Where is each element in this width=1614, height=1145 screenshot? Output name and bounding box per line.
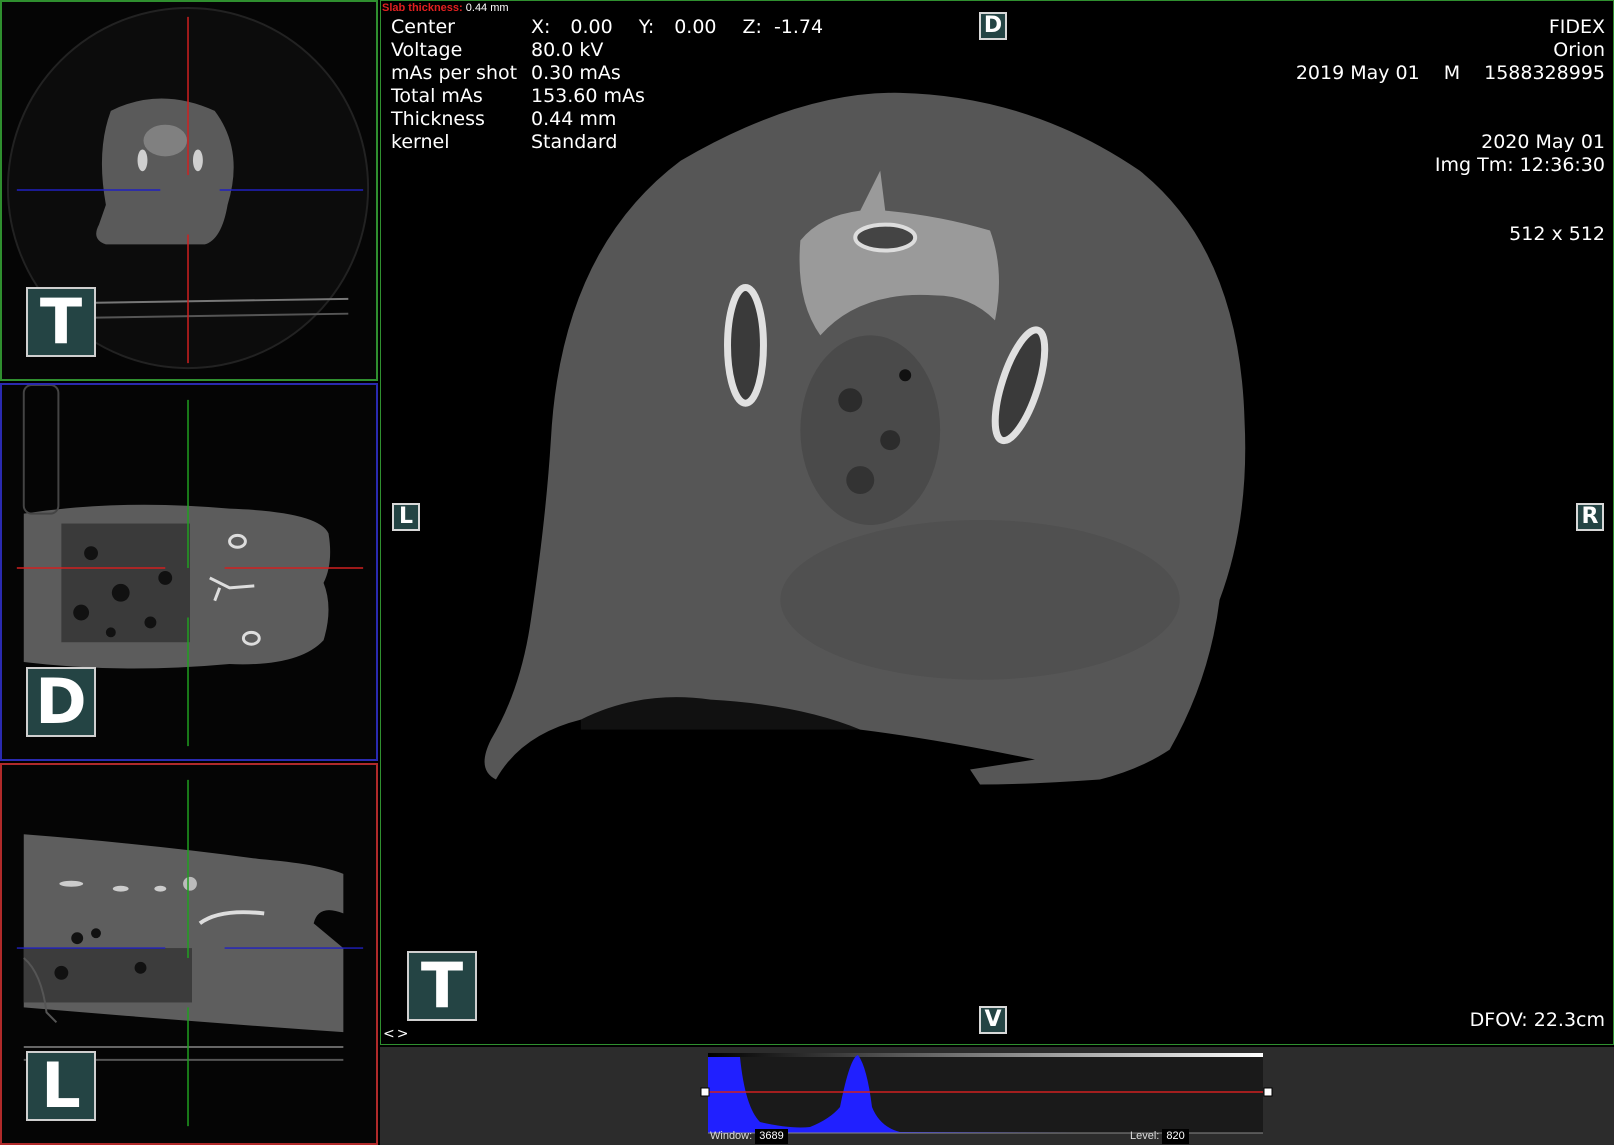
lateral-thumbnail-view[interactable]: L — [0, 763, 378, 1145]
display-field-of-view: DFOV: 22.3cm — [1469, 1009, 1605, 1031]
axial-thumbnail-view[interactable]: T — [0, 0, 378, 381]
patient-details: 2019 May 01 M 1588328995 — [1296, 62, 1605, 85]
center-row: Center X: 0.00 Y: 0.00 Z: -1.74 — [391, 16, 823, 39]
center-z-value: -1.74 — [773, 16, 824, 38]
window-level-histogram[interactable]: Window: 3689 Level: 820 — [380, 1047, 1614, 1145]
study-info: 2020 May 01 Img Tm: 12:36:30 — [1435, 131, 1605, 177]
patient-sex: M — [1443, 62, 1461, 84]
orientation-marker-lateral: L — [26, 1051, 96, 1121]
level-label: Level: — [1130, 1130, 1160, 1142]
slab-thickness-value: 0.44 mm — [465, 2, 509, 14]
orientation-marker-left: L — [392, 503, 420, 531]
image-time: Img Tm: 12:36:30 — [1434, 154, 1605, 176]
window-value: 3689 — [755, 1129, 788, 1144]
info-key: mAs per shot — [391, 62, 518, 84]
info-row: mAs per shot 0.30 mAs — [391, 62, 823, 85]
orientation-marker-bottom: V — [979, 1006, 1007, 1034]
info-row: Thickness 0.44 mm — [391, 108, 823, 131]
info-value: Standard — [531, 131, 618, 153]
info-value: 0.44 mm — [531, 108, 617, 130]
center-y-label: Y: — [638, 16, 655, 38]
info-key: Thickness — [391, 108, 485, 130]
info-value: 80.0 kV — [531, 39, 604, 61]
center-label: Center — [391, 16, 455, 38]
info-row: Voltage 80.0 kV — [391, 39, 823, 62]
main-ct-slice-image — [484, 92, 1246, 785]
window-label: Window: — [710, 1130, 753, 1142]
patient-info: FIDEX Orion 2019 May 01 M 1588328995 — [1296, 16, 1605, 85]
level-readout: Level: 820 — [1130, 1129, 1189, 1144]
orientation-marker-right: R — [1576, 503, 1604, 531]
orientation-marker-view-transverse: T — [407, 951, 477, 1021]
acquisition-info: Center X: 0.00 Y: 0.00 Z: -1.74 Voltage … — [391, 16, 823, 154]
slab-thickness: Slab thickness: 0.44 mm — [382, 1, 509, 15]
info-value: 0.30 mAs — [531, 62, 621, 84]
histogram-graph — [700, 1053, 1273, 1134]
orientation-marker-dorsal: D — [26, 667, 96, 737]
institution-name: FIDEX — [1548, 16, 1605, 38]
birth-date: 2019 May 01 — [1295, 62, 1420, 84]
center-y-value: 0.00 — [674, 16, 717, 38]
center-x-label: X: — [531, 16, 551, 38]
center-x-value: 0.00 — [570, 16, 613, 38]
slab-thickness-label: Slab thickness: — [382, 2, 463, 14]
info-row: Total mAs 153.60 mAs — [391, 85, 823, 108]
slice-navigation-arrows[interactable]: <> — [383, 1026, 410, 1042]
orientation-marker-top: D — [979, 12, 1007, 40]
info-row: kernel Standard — [391, 131, 823, 154]
center-z-label: Z: — [742, 16, 762, 38]
ct-viewer: T D L Slab thickness: 0.44 mm Center X: … — [0, 0, 1614, 1145]
window-readout: Window: 3689 — [710, 1129, 788, 1144]
info-key: Voltage — [391, 39, 463, 61]
patient-name: Orion — [1553, 39, 1605, 61]
patient-id: 1588328995 — [1484, 62, 1605, 84]
info-key: Total mAs — [391, 85, 483, 107]
info-value: 153.60 mAs — [531, 85, 645, 107]
image-matrix: 512 x 512 — [1509, 223, 1605, 245]
dorsal-thumbnail-view[interactable]: D — [0, 383, 378, 761]
main-axial-viewport[interactable]: Slab thickness: 0.44 mm Center X: 0.00 Y… — [380, 0, 1614, 1045]
level-value: 820 — [1162, 1129, 1189, 1144]
orientation-marker-transverse: T — [26, 287, 96, 357]
info-key: kernel — [391, 131, 450, 153]
study-date: 2020 May 01 — [1481, 131, 1605, 153]
